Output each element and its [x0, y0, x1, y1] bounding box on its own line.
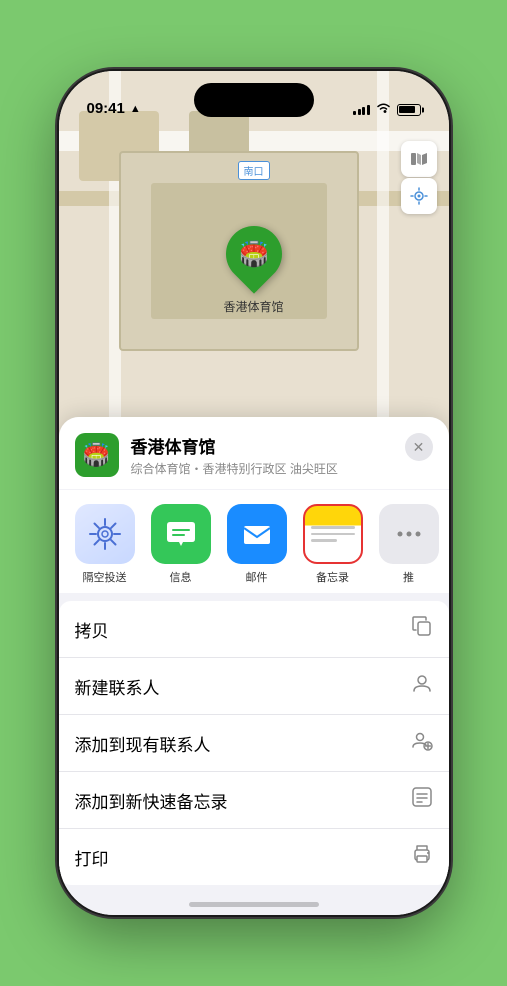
- share-item-notes[interactable]: 备忘录: [303, 504, 363, 585]
- airdrop-label: 隔空投送: [83, 569, 127, 585]
- add-existing-icon: [411, 729, 433, 757]
- phone-frame: 09:41 ▲: [59, 71, 449, 915]
- share-item-more[interactable]: 推: [379, 504, 439, 585]
- messages-label: 信息: [170, 569, 192, 585]
- more-icon-wrap: [379, 504, 439, 564]
- add-existing-label: 添加到现有联系人: [75, 731, 211, 756]
- signal-bars-icon: [353, 105, 370, 115]
- mail-icon-wrap: [227, 504, 287, 564]
- notes-icon-wrap: [303, 504, 363, 564]
- map-controls[interactable]: [401, 141, 437, 214]
- more-label: 推: [403, 569, 414, 585]
- action-print[interactable]: 打印: [59, 829, 449, 885]
- messages-icon-wrap: [151, 504, 211, 564]
- venue-icon: 🏟️: [75, 433, 119, 477]
- venue-info: 香港体育馆 综合体育馆・香港特别行政区 油尖旺区: [131, 433, 393, 477]
- status-time: 09:41 ▲: [87, 100, 141, 117]
- bottom-sheet: 🏟️ 香港体育馆 综合体育馆・香港特别行政区 油尖旺区 ✕: [59, 417, 449, 915]
- map-pin-label: 香港体育馆: [223, 298, 283, 315]
- copy-label: 拷贝: [75, 617, 109, 642]
- new-contact-label: 新建联系人: [75, 674, 160, 699]
- wifi-icon: [376, 102, 391, 117]
- location-arrow-icon: ▲: [130, 103, 141, 115]
- share-item-mail[interactable]: 邮件: [227, 504, 287, 585]
- airdrop-icon-wrap: [75, 504, 135, 564]
- close-icon: ✕: [413, 439, 425, 456]
- print-icon: [411, 843, 433, 871]
- share-item-messages[interactable]: 信息: [151, 504, 211, 585]
- venue-description: 综合体育馆・香港特别行政区 油尖旺区: [131, 460, 393, 477]
- action-add-existing-contact[interactable]: 添加到现有联系人: [59, 715, 449, 772]
- share-item-airdrop[interactable]: 隔空投送: [75, 504, 135, 585]
- action-new-contact[interactable]: 新建联系人: [59, 658, 449, 715]
- action-list: 拷贝 新建联系人 添: [59, 601, 449, 885]
- map-label-text: 南口: [244, 167, 264, 178]
- dynamic-island: [194, 83, 314, 117]
- location-button[interactable]: [401, 178, 437, 214]
- status-icons: [353, 102, 421, 117]
- copy-icon: [411, 615, 433, 643]
- new-contact-icon: [411, 672, 433, 700]
- quick-note-icon: [411, 786, 433, 814]
- map-north-entrance-label: 南口: [238, 161, 270, 180]
- battery-icon: [397, 104, 421, 116]
- venue-name: 香港体育馆: [131, 433, 393, 458]
- time-display: 09:41: [87, 100, 125, 117]
- notes-label: 备忘录: [316, 569, 349, 585]
- close-button[interactable]: ✕: [405, 433, 433, 461]
- venue-pin-icon: 🏟️: [239, 240, 269, 269]
- quick-note-label: 添加到新快速备忘录: [75, 788, 228, 813]
- venue-icon-symbol: 🏟️: [83, 442, 110, 468]
- mail-label: 邮件: [246, 569, 268, 585]
- sheet-header: 🏟️ 香港体育馆 综合体育馆・香港特别行政区 油尖旺区 ✕: [59, 417, 449, 489]
- home-indicator: [189, 902, 319, 907]
- share-row: 隔空投送 信息: [59, 490, 449, 593]
- map-pin: 🏟️ 香港体育馆: [223, 226, 283, 315]
- print-label: 打印: [75, 845, 109, 870]
- action-copy[interactable]: 拷贝: [59, 601, 449, 658]
- action-quick-note[interactable]: 添加到新快速备忘录: [59, 772, 449, 829]
- map-pin-circle: 🏟️: [214, 214, 293, 293]
- map-type-button[interactable]: [401, 141, 437, 177]
